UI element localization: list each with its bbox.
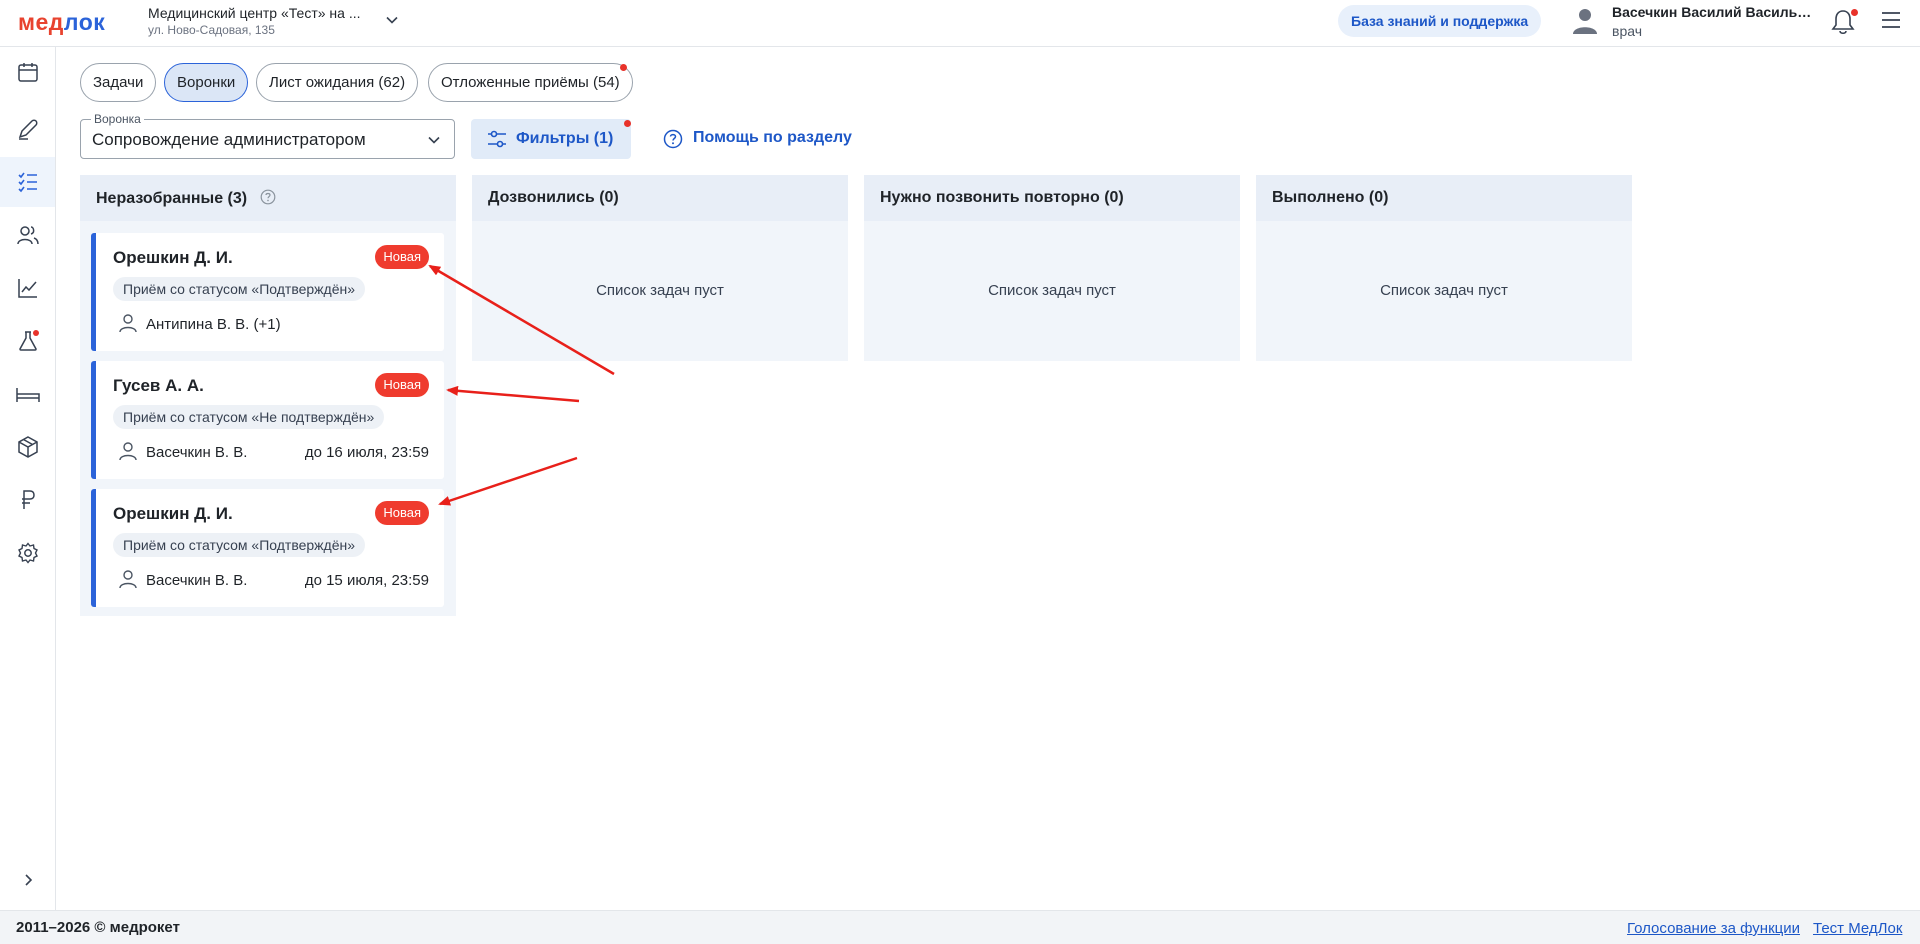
tab-notification-dot <box>620 64 627 71</box>
column-title: Неразобранные (3) <box>96 190 248 207</box>
appointment-status-chip: Приём со статусом «Подтверждён» <box>113 277 366 301</box>
column-header: Неразобранные (3) <box>80 175 456 221</box>
status-badge-new: Новая <box>375 245 429 269</box>
patient-name: Гусев А. А. <box>113 376 204 395</box>
question-circle-icon[interactable] <box>663 129 683 149</box>
ruble-icon <box>21 490 35 509</box>
filters-label: Фильтры (1) <box>516 130 614 147</box>
sidebar-item-settings[interactable] <box>0 528 55 578</box>
footer: 2011–2026 © медрокет Голосование за функ… <box>0 910 1920 944</box>
appointment-status-chip: Приём со статусом «Не подтверждён» <box>113 405 385 429</box>
tasks-icon <box>17 172 37 193</box>
user-avatar-icon[interactable] <box>1572 6 1598 36</box>
patient-name: Орешкин Д. И. <box>113 248 233 267</box>
annotation-arrow <box>446 385 580 403</box>
status-badge-new: Новая <box>375 373 429 397</box>
clinic-name: Медицинский центр «Тест» на ... <box>148 5 361 21</box>
sidebar-item-analytics[interactable] <box>0 263 55 313</box>
tab-funnels[interactable]: Воронки <box>164 63 249 102</box>
sidebar-item-hospital[interactable] <box>0 369 55 419</box>
funnel-select-label: Воронка <box>91 112 144 126</box>
column-title: Выполнено (0) <box>1272 189 1389 206</box>
empty-list-text: Список задач пуст <box>988 282 1116 299</box>
chart-icon <box>17 279 37 298</box>
pen-icon <box>18 119 37 140</box>
tab-postponed[interactable]: Отложенные приёмы (54) <box>428 63 633 102</box>
sliders-icon <box>488 130 506 148</box>
test-medlok-link[interactable]: Тест МедЛок <box>1813 920 1902 937</box>
sidebar-item-lab[interactable] <box>0 316 55 366</box>
tab-tasks[interactable]: Задачи <box>80 63 157 102</box>
sidebar <box>0 47 56 910</box>
column-header: Дозвонились (0) <box>472 175 848 221</box>
sidebar-expand-button[interactable] <box>0 855 55 905</box>
funnel-select-value: Сопровождение администратором <box>92 130 366 149</box>
column-header: Выполнено (0) <box>1256 175 1632 221</box>
kanban-column-call-again: Нужно позвонить повторно (0) Список зада… <box>864 175 1240 361</box>
task-card[interactable]: Гусев А. А. Новая Приём со статусом «Не … <box>91 361 444 479</box>
chevron-down-icon[interactable] <box>384 12 400 28</box>
task-deadline: до 15 июля, 23:59 <box>304 572 429 589</box>
task-card[interactable]: Орешкин Д. И. Новая Приём со статусом «П… <box>91 489 444 607</box>
kanban-column-unsorted: Неразобранные (3) Орешкин Д. И. Новая Пр… <box>80 175 456 616</box>
top-header: медлок Медицинский центр «Тест» на ... у… <box>0 0 1920 47</box>
assignee-name: Антипина В. В. (+1) <box>146 316 281 333</box>
calendar-icon <box>17 63 38 82</box>
knowledge-base-button[interactable]: База знаний и поддержка <box>1338 5 1542 37</box>
column-title: Дозвонились (0) <box>488 189 619 206</box>
annotation-arrow <box>438 456 578 506</box>
sidebar-item-warehouse[interactable] <box>0 422 55 472</box>
medlok-logo[interactable]: медлок <box>18 9 105 36</box>
kanban-column-reached: Дозвонились (0) Список задач пуст <box>472 175 848 361</box>
empty-list-text: Список задач пуст <box>1380 282 1508 299</box>
users-icon <box>16 226 39 245</box>
chevron-down-icon <box>428 136 440 144</box>
person-icon <box>119 442 137 461</box>
kanban-column-done: Выполнено (0) Список задач пуст <box>1256 175 1632 361</box>
column-title: Нужно позвонить повторно (0) <box>880 189 1124 206</box>
task-card[interactable]: Орешкин Д. И. Новая Приём со статусом «П… <box>91 233 444 351</box>
logo-part-1: мед <box>18 9 64 35</box>
help-link[interactable]: Помощь по разделу <box>693 129 852 147</box>
lab-badge-dot <box>33 330 39 336</box>
tab-waiting-list[interactable]: Лист ожидания (62) <box>256 63 419 102</box>
user-name[interactable]: Васечкин Василий Васильевич <box>1612 3 1812 21</box>
person-icon <box>119 570 137 589</box>
sidebar-item-tasks[interactable] <box>0 157 55 207</box>
notification-dot <box>1851 9 1858 16</box>
logo-part-2: лок <box>63 9 106 35</box>
sidebar-item-notes[interactable] <box>0 104 55 154</box>
filters-button[interactable]: Фильтры (1) <box>471 119 631 159</box>
column-header: Нужно позвонить повторно (0) <box>864 175 1240 221</box>
empty-list-text: Список задач пуст <box>596 282 724 299</box>
feature-voting-link[interactable]: Голосование за функции <box>1627 920 1800 937</box>
hamburger-menu-icon[interactable] <box>1880 10 1902 30</box>
funnel-select[interactable]: Воронка Сопровождение администратором <box>80 112 455 159</box>
appointment-status-chip: Приём со статусом «Подтверждён» <box>113 533 366 557</box>
sidebar-item-patients[interactable] <box>0 210 55 260</box>
assignee-name: Васечкин В. В. <box>146 572 248 589</box>
chevron-right-icon <box>24 874 32 886</box>
copyright-text: 2011–2026 © медрокет <box>16 919 180 936</box>
box-icon <box>17 436 38 458</box>
status-badge-new: Новая <box>375 501 429 525</box>
filters-indicator-dot <box>624 120 631 127</box>
bed-icon <box>15 388 40 402</box>
person-icon <box>119 314 137 333</box>
sidebar-item-calendar[interactable] <box>0 47 55 97</box>
user-role: врач <box>1612 23 1642 39</box>
task-deadline: до 16 июля, 23:59 <box>304 444 429 461</box>
clinic-selector[interactable]: Медицинский центр «Тест» на ... ул. Ново… <box>148 4 373 38</box>
sidebar-item-finance[interactable] <box>0 475 55 525</box>
question-circle-icon[interactable] <box>260 189 276 205</box>
assignee-name: Васечкин В. В. <box>146 444 248 461</box>
settings-icon <box>17 542 38 564</box>
clinic-address: ул. Ново-Садовая, 135 <box>148 23 275 37</box>
patient-name: Орешкин Д. И. <box>113 504 233 523</box>
